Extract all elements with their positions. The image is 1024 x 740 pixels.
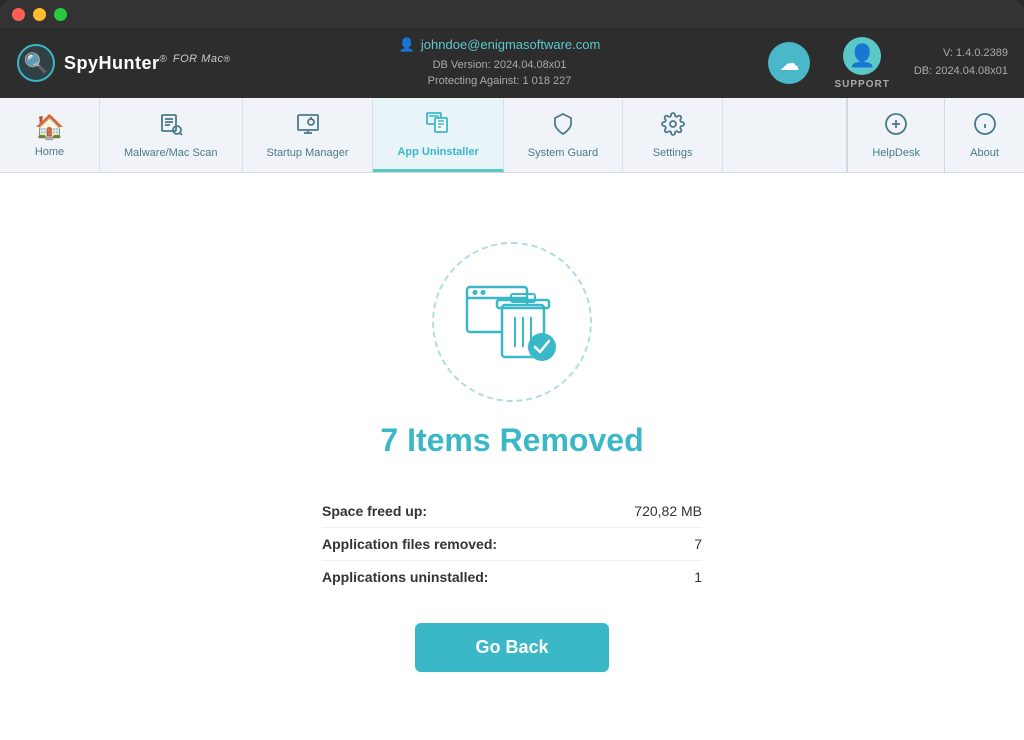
nav-label-about: About [970, 147, 999, 159]
person-icon: 👤 [399, 37, 415, 53]
stat-value-space: 720,82 MB [634, 503, 702, 519]
stat-label-files: Application files removed: [322, 536, 497, 552]
close-button[interactable] [12, 8, 25, 21]
nav-item-app-uninstaller[interactable]: App Uninstaller [373, 98, 503, 172]
nav-label-startup-manager: Startup Manager [267, 147, 349, 159]
main-content: 7 Items Removed Space freed up: 720,82 M… [0, 173, 1024, 740]
malware-scan-icon [159, 112, 183, 143]
nav-spacer [723, 98, 846, 172]
dashed-circle [432, 242, 592, 402]
success-icon-container [432, 242, 592, 402]
app-name: SpyHunter® FOR Mac® [64, 53, 231, 74]
support-label: SUPPORT [834, 79, 889, 90]
support-button[interactable]: 👤 SUPPORT [834, 37, 889, 90]
minimize-button[interactable] [33, 8, 46, 21]
header-center: 👤 johndoe@enigmasoftware.com DB Version:… [231, 37, 769, 90]
nav-item-about[interactable]: About [944, 98, 1024, 172]
version-info: V: 1.4.0.2389 DB: 2024.04.08x01 [914, 45, 1008, 80]
title-bar [0, 0, 1024, 28]
version-db: DB: 2024.04.08x01 [914, 63, 1008, 81]
logo-area: 🔍 SpyHunter® FOR Mac® [16, 43, 231, 83]
download-icon[interactable]: ☁ [768, 42, 810, 84]
about-icon [973, 112, 997, 143]
stat-label-apps: Applications uninstalled: [322, 569, 488, 585]
version-number: V: 1.4.0.2389 [914, 45, 1008, 63]
startup-manager-icon [296, 112, 320, 143]
home-icon: 🏠 [35, 113, 65, 142]
header-bar: 🔍 SpyHunter® FOR Mac® 👤 johndoe@enigmaso… [0, 28, 1024, 98]
nav-item-home[interactable]: 🏠 Home [0, 98, 100, 172]
nav-label-helpdesk: HelpDesk [872, 147, 920, 159]
app-uninstaller-icon [425, 109, 451, 142]
traffic-lights [12, 8, 67, 21]
nav-item-helpdesk[interactable]: HelpDesk [847, 98, 944, 172]
nav-item-system-guard[interactable]: System Guard [504, 98, 623, 172]
nav-right: HelpDesk About [846, 98, 1024, 172]
system-guard-icon [551, 112, 575, 143]
spyhunter-logo-icon: 🔍 [16, 43, 56, 83]
nav-item-settings[interactable]: Settings [623, 98, 723, 172]
stat-label-space: Space freed up: [322, 503, 427, 519]
stat-value-apps: 1 [694, 569, 702, 585]
settings-icon [661, 112, 685, 143]
user-email: 👤 johndoe@enigmasoftware.com [399, 37, 601, 53]
svg-text:🔍: 🔍 [24, 50, 49, 75]
support-icon: 👤 [843, 37, 881, 75]
helpdesk-icon [884, 112, 908, 143]
stats-table: Space freed up: 720,82 MB Application fi… [322, 495, 702, 593]
stat-row-files: Application files removed: 7 [322, 528, 702, 561]
stat-value-files: 7 [694, 536, 702, 552]
nav-label-settings: Settings [653, 147, 693, 159]
db-info: DB Version: 2024.04.08x01 Protecting Aga… [428, 57, 572, 90]
maximize-button[interactable] [54, 8, 67, 21]
header-right: ☁ 👤 SUPPORT V: 1.4.0.2389 DB: 2024.04.08… [768, 37, 1008, 90]
stat-row-apps: Applications uninstalled: 1 [322, 561, 702, 593]
nav-label-malware-scan: Malware/Mac Scan [124, 147, 218, 159]
nav-label-home: Home [35, 146, 64, 158]
nav-label-app-uninstaller: App Uninstaller [397, 146, 478, 158]
nav-bar: 🏠 Home Malware/Mac Scan Startup Manager [0, 98, 1024, 173]
nav-item-malware-scan[interactable]: Malware/Mac Scan [100, 98, 243, 172]
nav-item-startup-manager[interactable]: Startup Manager [243, 98, 374, 172]
stat-row-space: Space freed up: 720,82 MB [322, 495, 702, 528]
logo-text: SpyHunter® FOR Mac® [64, 53, 231, 74]
items-removed-title: 7 Items Removed [380, 422, 643, 459]
go-back-button[interactable]: Go Back [415, 623, 608, 672]
nav-label-system-guard: System Guard [528, 147, 598, 159]
